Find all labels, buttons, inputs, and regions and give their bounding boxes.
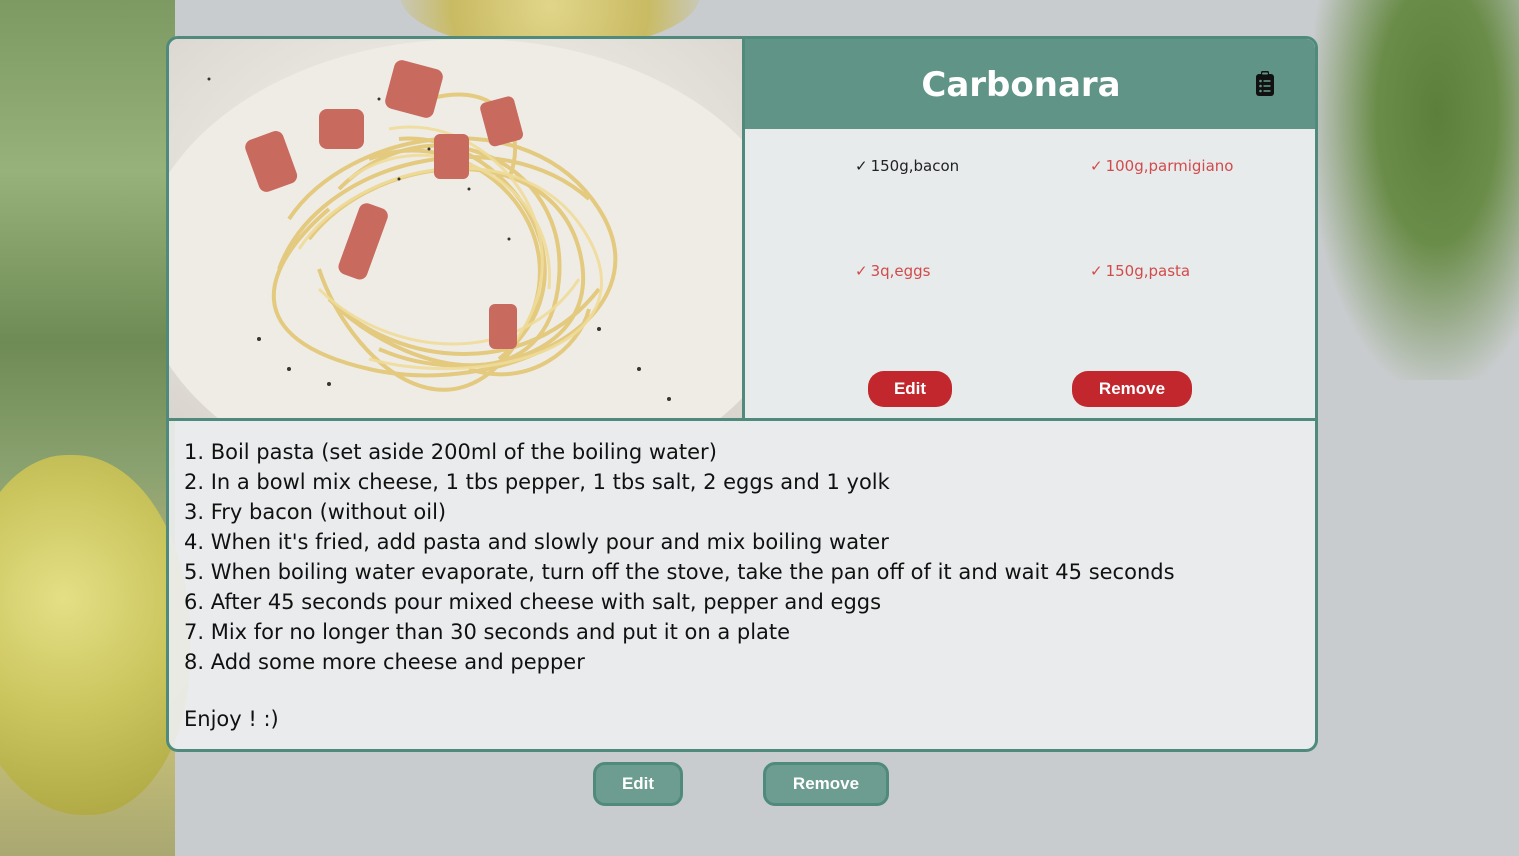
recipe-steps: 1. Boil pasta (set aside 200ml of the bo… (184, 437, 1175, 677)
remove-recipe-button[interactable]: Remove (763, 762, 889, 806)
recipe-title: Carbonara (921, 65, 1121, 105)
section-divider (169, 418, 1315, 421)
step-item: 5. When boiling water evaporate, turn of… (184, 560, 1175, 584)
check-icon: ✓ (1090, 262, 1103, 280)
background-herbs (1314, 0, 1519, 380)
recipe-header: Carbonara (745, 39, 1315, 129)
clipboard-list-icon[interactable] (1255, 71, 1275, 97)
ingredient-item: ✓ 150g,pasta (1090, 262, 1190, 280)
ingredient-item: ✓ 150g,bacon (855, 157, 959, 175)
step-item: 8. Add some more cheese and pepper (184, 650, 585, 674)
page: Carbonara ✓ 150g,bacon ✓ 100g,parmigiano ✓… (0, 0, 1519, 856)
ingredient-label: 3q,eggs (870, 262, 931, 280)
ingredient-label: 100g,parmigiano (1105, 157, 1234, 175)
step-item: 3. Fry bacon (without oil) (184, 500, 447, 524)
recipe-closing: Enjoy ! :) (184, 707, 279, 731)
ingredient-item: ✓ 3q,eggs (855, 262, 931, 280)
edit-ingredients-button[interactable]: Edit (868, 371, 952, 407)
recipe-photo (169, 39, 745, 418)
recipe-card: Carbonara ✓ 150g,bacon ✓ 100g,parmigiano ✓… (166, 36, 1318, 752)
check-icon: ✓ (1090, 157, 1103, 175)
ingredient-label: 150g,bacon (870, 157, 960, 175)
step-item: 1. Boil pasta (set aside 200ml of the bo… (184, 440, 717, 464)
step-item: 7. Mix for no longer than 30 seconds and… (184, 620, 791, 644)
check-icon: ✓ (855, 157, 868, 175)
pasta-illustration (169, 39, 742, 418)
edit-recipe-button[interactable]: Edit (593, 762, 683, 806)
remove-ingredients-button[interactable]: Remove (1072, 371, 1192, 407)
step-item: 2. In a bowl mix cheese, 1 tbs pepper, 1… (184, 470, 890, 494)
recipe-info-panel: Carbonara ✓ 150g,bacon ✓ 100g,parmigiano ✓… (745, 39, 1315, 418)
step-item: 4. When it's fried, add pasta and slowly… (184, 530, 889, 554)
step-item: 6. After 45 seconds pour mixed cheese wi… (184, 590, 882, 614)
ingredient-label: 150g,pasta (1105, 262, 1191, 280)
check-icon: ✓ (855, 262, 868, 280)
ingredient-item: ✓ 100g,parmigiano (1090, 157, 1233, 175)
